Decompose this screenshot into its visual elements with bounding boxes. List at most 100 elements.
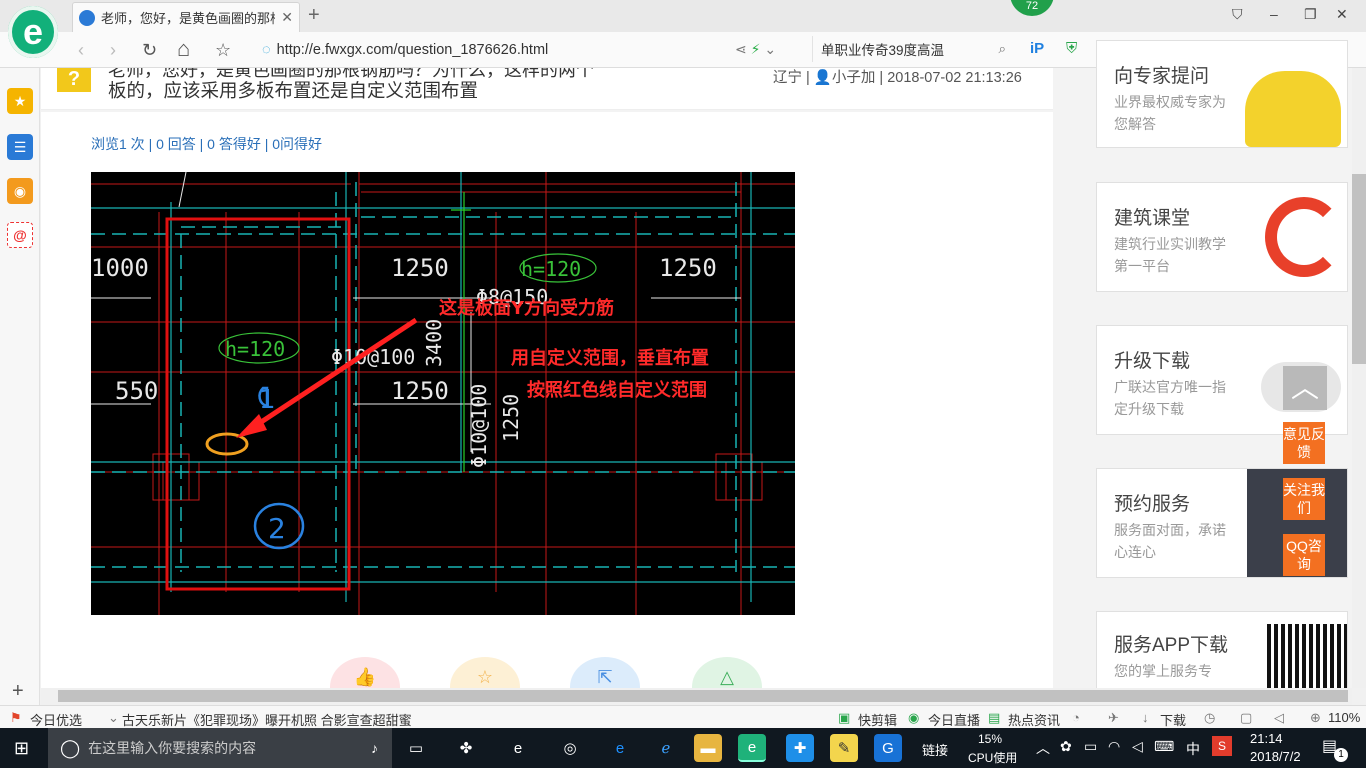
keyboard-icon[interactable]: ⌨: [1154, 738, 1174, 755]
download-icon[interactable]: ↓: [1142, 710, 1149, 725]
kuaijian-label[interactable]: 快剪辑: [858, 710, 897, 729]
qq-consult-button[interactable]: QQ咨询: [1283, 534, 1325, 576]
favorites-icon[interactable]: ★: [7, 88, 33, 114]
dim-label: 1250: [391, 377, 449, 405]
link-label[interactable]: 链接: [922, 740, 948, 759]
qr-code-icon: [1267, 624, 1347, 690]
card-app[interactable]: 服务APP下载 您的掌上服务专: [1096, 611, 1348, 691]
back-button[interactable]: ‹: [78, 40, 84, 61]
card-title: 向专家提问: [1114, 66, 1210, 87]
page-info-icon[interactable]: ◌: [262, 42, 271, 58]
new-tab-button[interactable]: +: [308, 4, 320, 27]
close-window-button[interactable]: ✕: [1336, 6, 1348, 23]
dim-label: 1250: [499, 394, 523, 442]
mic-icon[interactable]: ♪: [371, 740, 378, 756]
chevron-down-icon[interactable]: ⌄: [108, 710, 119, 726]
rebar-label: Φ10@100: [467, 384, 491, 468]
today-pick-icon[interactable]: ⚑: [10, 710, 22, 726]
tab-close-icon[interactable]: ✕: [281, 9, 293, 26]
browser-logo[interactable]: e: [8, 6, 58, 58]
file-explorer-icon[interactable]: ▬: [694, 734, 722, 762]
favorite-star-button[interactable]: ☆: [215, 40, 231, 61]
email-icon[interactable]: @: [7, 222, 33, 248]
minimize-button[interactable]: –: [1270, 6, 1278, 22]
forward-button[interactable]: ›: [110, 40, 116, 61]
speedometer-icon[interactable]: ◔: [1072, 710, 1080, 725]
clock-time[interactable]: 21:14: [1250, 731, 1283, 746]
share-icon[interactable]: ⋖: [735, 41, 747, 57]
vertical-scroll-thumb[interactable]: [1352, 174, 1366, 364]
edge-icon[interactable]: e: [606, 734, 634, 762]
url-tools[interactable]: ⋖ ⚡ ⌄: [735, 41, 776, 58]
wifi-icon[interactable]: ◠: [1108, 738, 1120, 755]
zoom-icon[interactable]: ⊕: [1310, 710, 1321, 726]
tab-title: 老师，您好，是黄色画圈的那根是: [101, 11, 275, 26]
kuaijian-icon[interactable]: ▣: [838, 710, 850, 726]
vertical-scrollbar[interactable]: [1352, 68, 1366, 688]
windows-start-icon[interactable]: ⊞: [14, 738, 29, 759]
ext-ip-icon[interactable]: iP: [1030, 40, 1044, 57]
list-icon[interactable]: ☰: [7, 134, 33, 160]
tray-up-icon[interactable]: ︿: [1036, 738, 1050, 758]
taskbar-search[interactable]: ◯ 在这里输入你要搜索的内容 ♪: [48, 728, 392, 768]
sogou-ime-icon[interactable]: S: [1212, 736, 1232, 756]
dropdown-icon[interactable]: ⌄: [764, 41, 776, 57]
horizontal-scroll-thumb[interactable]: [58, 690, 1348, 702]
ext-shield-icon[interactable]: ⛨: [1066, 40, 1077, 57]
news-ticker[interactable]: 古天乐新片《犯罪现场》曝开机照 合影宣查超甜蜜: [122, 710, 412, 729]
restore-button[interactable]: ❐: [1304, 6, 1317, 23]
weibo-icon[interactable]: ◉: [7, 178, 33, 204]
ime-indicator[interactable]: 中: [1186, 739, 1200, 759]
pin-icon[interactable]: ✈: [1108, 710, 1119, 726]
download-label[interactable]: 下载: [1160, 710, 1186, 729]
window-icon[interactable]: ▢: [1240, 710, 1252, 726]
ie-icon[interactable]: ℯ: [652, 734, 680, 762]
glodon-icon[interactable]: G: [874, 734, 902, 762]
url-field[interactable]: ◌ http://e.fwxgx.com/question_1876626.ht…: [262, 39, 810, 61]
notification-count[interactable]: 1: [1334, 748, 1348, 762]
fan-app-icon[interactable]: ✤: [452, 734, 480, 762]
volume-icon[interactable]: ◁: [1132, 738, 1143, 755]
home-button[interactable]: ⌂: [177, 36, 190, 62]
hot-icon[interactable]: ▤: [988, 710, 1000, 726]
card-course[interactable]: 建筑课堂 建筑行业实训教学第一平台: [1096, 182, 1348, 292]
hot-label[interactable]: 热点资讯: [1008, 710, 1060, 729]
card-title: 服务APP下载: [1114, 635, 1229, 656]
tab-active[interactable]: 老师，您好，是黄色画圈的那根是 ✕: [72, 2, 300, 32]
annotation-2: 用自定义范围，垂直布置: [511, 347, 709, 369]
live-icon[interactable]: ◉: [908, 710, 919, 726]
card-title: 建筑课堂: [1114, 208, 1191, 229]
card-expert[interactable]: 向专家提问 业界最权威专家为您解答: [1096, 40, 1348, 148]
today-pick-label[interactable]: 今日优选: [30, 710, 82, 729]
question-meta: 辽宁 | 👤小子加 | 2018-07-02 21:13:26: [773, 70, 1022, 86]
floating-tools: 意见反馈 关注我们 QQ咨询: [1283, 422, 1325, 590]
sound-icon[interactable]: ◁: [1274, 710, 1284, 726]
tray-app-icon[interactable]: ✿: [1060, 738, 1072, 755]
history-icon[interactable]: ◷: [1204, 710, 1215, 726]
cpu-percent[interactable]: 15%: [978, 732, 1002, 746]
task-view-icon[interactable]: ▭: [402, 734, 430, 762]
browser-2345-icon[interactable]: e: [738, 734, 766, 762]
battery-icon[interactable]: ▭: [1084, 738, 1097, 755]
zoom-level[interactable]: 110%: [1328, 710, 1360, 725]
feedback-button[interactable]: 意见反馈: [1283, 422, 1325, 464]
clock-date[interactable]: 2018/7/2: [1250, 749, 1301, 764]
app-spiral-icon[interactable]: ◎: [556, 734, 584, 762]
refresh-button[interactable]: ↻: [142, 40, 157, 61]
cpu-label[interactable]: CPU使用: [968, 749, 1017, 766]
mark-1-label: 1: [259, 385, 276, 415]
ie-old-icon[interactable]: e: [504, 734, 532, 762]
notes-icon[interactable]: ✎: [830, 734, 858, 762]
question-stats[interactable]: 浏览1 次 | 0 回答 | 0 答得好 | 0问得好: [91, 134, 322, 154]
back-to-top-button[interactable]: ︿: [1283, 366, 1327, 410]
search-icon[interactable]: ⌕: [998, 41, 1006, 57]
search-input[interactable]: 单职业传奇39度高温: [821, 39, 944, 59]
follow-us-button[interactable]: 关注我们: [1283, 478, 1325, 520]
skin-icon[interactable]: ⛉: [1232, 6, 1243, 23]
speed-icon[interactable]: ⚡: [751, 41, 761, 57]
live-label[interactable]: 今日直播: [928, 710, 980, 729]
search-box[interactable]: 单职业传奇39度高温 ⌕: [812, 36, 1012, 62]
sidebar-add-icon[interactable]: +: [12, 680, 24, 703]
h-label: h=120: [521, 257, 581, 281]
app-blue-icon[interactable]: ✚: [786, 734, 814, 762]
